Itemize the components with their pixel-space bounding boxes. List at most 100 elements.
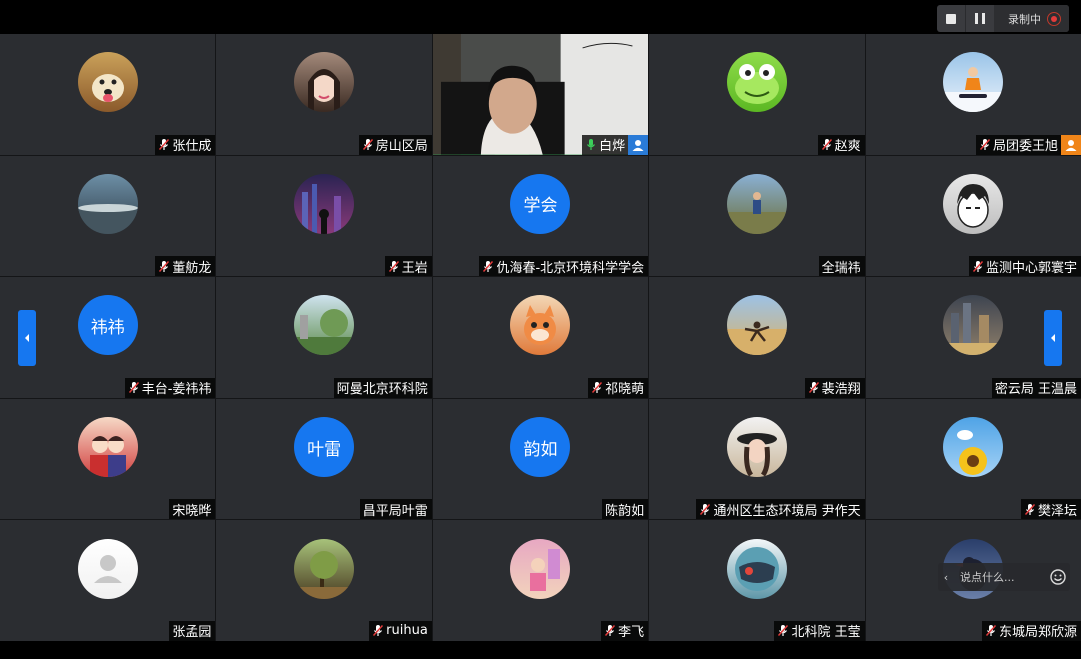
emoji-icon[interactable] [1046,569,1070,585]
participant-name: 丰台-姜祎祎 [141,382,212,398]
microphone-muted-icon [604,624,618,637]
participant-avatar: 学会 [510,173,571,234]
participant-tile[interactable]: 叶雷昌平局叶雷 [216,398,432,520]
host-icon [1060,134,1081,155]
microphone-muted-icon [1024,503,1038,516]
participant-name-tag: 白烨 [582,134,649,155]
participant-name: 全瑞祎 [821,260,861,276]
participant-name-tag: 通州区生态环境局 尹作天 [696,499,865,520]
participant-name-tag: 裴浩翔 [804,377,865,398]
participant-name-tag: 张孟园 [169,620,216,641]
user-icon [628,134,649,155]
participant-name: 房山区局 [375,139,428,155]
participant-tile[interactable]: 学会 仇海春-北京环境科学学会 [432,155,649,277]
participant-name-tag: 密云局 王温晨 [991,377,1081,398]
microphone-muted-icon [808,381,822,394]
participant-name: 北科院 王莹 [791,625,861,641]
participant-name: 宋晓晔 [172,503,212,519]
participant-name-tag: 陈韵如 [602,499,649,520]
participant-avatar [726,173,787,234]
recording-controls: 录制中 [937,5,1069,32]
microphone-muted-icon [777,624,791,637]
participant-avatar [294,295,355,356]
participant-name: 李飞 [618,625,645,641]
participant-avatar [294,538,355,599]
participant-avatar [943,173,1004,234]
chat-input[interactable]: 说点什么... [954,569,1046,585]
participant-name-tag: ruihua [369,620,432,641]
microphone-muted-icon [699,503,713,516]
participant-avatar [294,173,355,234]
participant-tile[interactable]: 白烨 [432,34,649,155]
participant-tile[interactable]: 张孟园 [0,520,216,641]
participant-tile[interactable]: 阿曼北京环科院 [216,277,432,398]
participant-tile[interactable]: 韵如陈韵如 [432,398,649,520]
participant-tile[interactable]: 局团委王旭 [865,34,1081,155]
stop-icon [946,13,956,24]
microphone-muted-icon [362,138,376,151]
participant-name-tag: 阿曼北京环科院 [333,377,432,398]
participant-name-tag: 王岩 [384,256,432,277]
participant-name: 东城局郑欣源 [998,625,1077,641]
participant-name: 张仕成 [172,139,212,155]
chevron-left-icon[interactable]: ‹ [938,571,954,584]
participant-tile[interactable]: 房山区局 [216,34,432,155]
participant-avatar [77,173,138,234]
participant-avatar [726,295,787,356]
participant-avatar [726,538,787,599]
participant-avatar [77,52,138,113]
chat-input-bar[interactable]: ‹ 说点什么... [938,563,1070,591]
participant-grid: 张仕成 房山区局 白烨 赵爽局团委王旭董舫龙 王岩 学会 仇海春-北京环境科学学会全瑞祎 监测… [0,34,1081,641]
microphone-muted-icon [821,138,835,151]
participant-avatar [77,417,138,478]
microphone-muted-icon [591,381,605,394]
participant-name: 白烨 [599,139,626,155]
microphone-muted-icon [388,260,402,273]
previous-page-button[interactable] [18,310,36,366]
participant-tile[interactable]: 李飞 [432,520,649,641]
participant-name: 局团委王旭 [992,139,1058,155]
microphone-muted-icon [985,624,999,637]
microphone-muted-icon [158,138,172,151]
participant-tile[interactable]: 监测中心郭寰宇 [865,155,1081,277]
participant-name: 监测中心郭寰宇 [985,260,1077,276]
participant-tile[interactable]: 赵爽 [649,34,865,155]
participant-tile[interactable]: 裴浩翔 [649,277,865,398]
microphone-muted-icon [128,381,142,394]
participant-avatar: 叶雷 [294,417,355,478]
participant-avatar [943,52,1004,113]
pause-recording-button[interactable] [965,5,994,32]
participant-avatar: 祎祎 [77,295,138,356]
participant-tile[interactable]: ruihua [216,520,432,641]
participant-name: 昌平局叶雷 [362,503,428,519]
participant-tile[interactable]: 张仕成 [0,34,216,155]
participant-tile[interactable]: 祁晓萌 [432,277,649,398]
microphone-muted-icon [372,624,386,637]
participant-name-tag: 董舫龙 [155,256,216,277]
participant-tile[interactable]: 董舫龙 [0,155,216,277]
participant-avatar [77,538,138,599]
participant-tile[interactable]: 全瑞祎 [649,155,865,277]
participant-name-tag: 房山区局 [358,134,432,155]
next-page-button[interactable] [1044,310,1062,366]
stop-recording-button[interactable] [937,5,965,32]
recording-status-text: 录制中 [1008,12,1041,26]
participant-tile[interactable]: 王岩 [216,155,432,277]
participant-tile[interactable]: 樊泽坛 [865,398,1081,520]
participant-tile[interactable]: 通州区生态环境局 尹作天 [649,398,865,520]
participant-tile[interactable]: 北科院 王莹 [649,520,865,641]
participant-avatar: 韵如 [510,417,571,478]
participant-avatar [943,295,1004,356]
top-toolbar [0,0,1081,34]
participant-name: 樊泽坛 [1037,503,1077,519]
pause-icon [975,13,978,24]
participant-name-tag: 昌平局叶雷 [359,499,432,520]
recording-status: 录制中 [994,5,1069,32]
participant-name: 祁晓萌 [605,382,645,398]
participant-name-tag: 李飞 [601,620,649,641]
participant-name-tag: 监测中心郭寰宇 [968,256,1081,277]
participant-tile[interactable]: 宋晓晔 [0,398,216,520]
arrow-left-icon [25,334,29,342]
microphone-muted-icon [482,260,496,273]
participant-avatar [726,417,787,478]
